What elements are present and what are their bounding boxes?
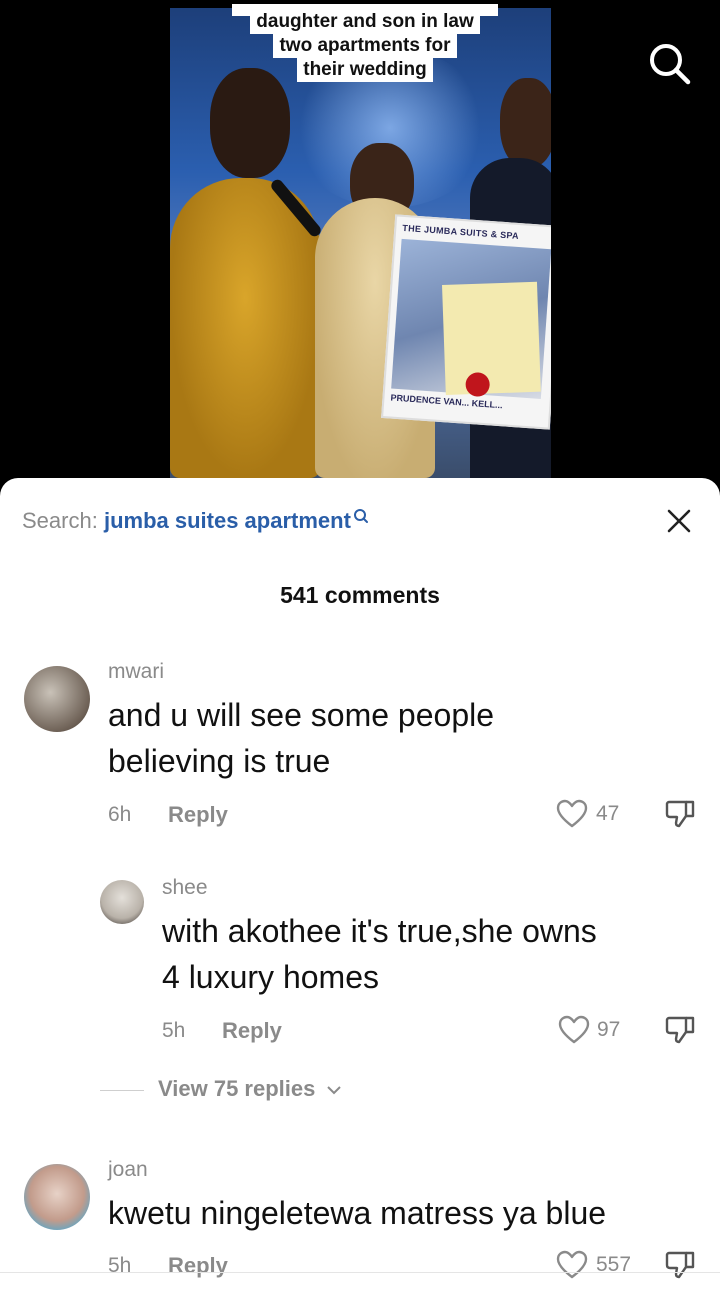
reply-button[interactable]: Reply	[222, 1018, 282, 1044]
like-count: 47	[596, 802, 620, 825]
thumbs-down-icon[interactable]	[664, 1014, 696, 1046]
presentation-board: THE JUMBA SUITS & SPA PRUDENCE VAN... KE…	[381, 214, 551, 430]
comments-sheet: Search: jumba suites apartment 541 comme…	[0, 478, 720, 1302]
search-suggestion[interactable]: Search: jumba suites apartment	[22, 508, 369, 534]
speaker-head	[210, 68, 290, 178]
comment-line: 4 luxury homes	[162, 959, 379, 995]
heart-outline-icon[interactable]	[556, 799, 588, 829]
like-count: 557	[596, 1253, 632, 1276]
caption-line: daughter and son in law	[250, 10, 480, 34]
search-icon	[353, 509, 368, 523]
comment-line: believing is true	[108, 743, 331, 779]
comment-text: with akothee it's true,she owns 4 luxury…	[162, 908, 597, 1000]
thumbs-down-icon[interactable]	[664, 798, 696, 830]
speaker-figure	[170, 178, 320, 478]
divider	[100, 1089, 144, 1091]
comment-username[interactable]: shee	[162, 876, 208, 900]
avatar[interactable]	[24, 666, 90, 732]
view-replies-button[interactable]: View 75 replies	[100, 1076, 342, 1102]
like-count: 97	[597, 1018, 621, 1041]
bottom-divider	[0, 1272, 720, 1273]
reply-button[interactable]: Reply	[168, 802, 228, 828]
heart-outline-icon[interactable]	[558, 1015, 590, 1045]
comment-line: and u will see some people	[108, 697, 495, 733]
caption-line: two apartments for	[273, 34, 457, 58]
search-term[interactable]: jumba suites apartment	[104, 508, 351, 533]
comment-line: with akothee it's true,she owns	[162, 913, 597, 949]
comment-age: 6h	[108, 803, 132, 826]
avatar[interactable]	[24, 1164, 90, 1230]
chevron-down-icon	[326, 1086, 341, 1095]
video-player[interactable]: THE JUMBA SUITS & SPA PRUDENCE VAN... KE…	[0, 0, 720, 490]
groom-head	[500, 78, 551, 168]
reply-button[interactable]: Reply	[168, 1253, 228, 1279]
avatar[interactable]	[100, 880, 144, 924]
comment-age: 5h	[162, 1019, 186, 1042]
comment-count: 541 comments	[280, 582, 440, 608]
certificate	[442, 281, 541, 395]
search-label: Search:	[22, 508, 98, 533]
comment-text: and u will see some people believing is …	[108, 692, 494, 784]
heart-outline-icon[interactable]	[556, 1250, 588, 1280]
comment-line: kwetu ningeletewa matress ya blue	[108, 1195, 607, 1231]
comment-username[interactable]: mwari	[108, 660, 164, 684]
thumbs-down-icon[interactable]	[664, 1249, 696, 1281]
view-replies-label: View 75 replies	[158, 1076, 316, 1101]
comment-age: 5h	[108, 1254, 132, 1277]
caption-line: their wedding	[297, 58, 433, 82]
comment-text: kwetu ningeletewa matress ya blue	[108, 1190, 606, 1236]
board-title: THE JUMBA SUITS & SPA	[402, 222, 520, 242]
close-icon[interactable]	[664, 506, 694, 536]
search-icon[interactable]	[646, 40, 692, 86]
comment-username[interactable]: joan	[108, 1158, 148, 1182]
video-caption: daughter and son in law two apartments f…	[230, 10, 500, 82]
